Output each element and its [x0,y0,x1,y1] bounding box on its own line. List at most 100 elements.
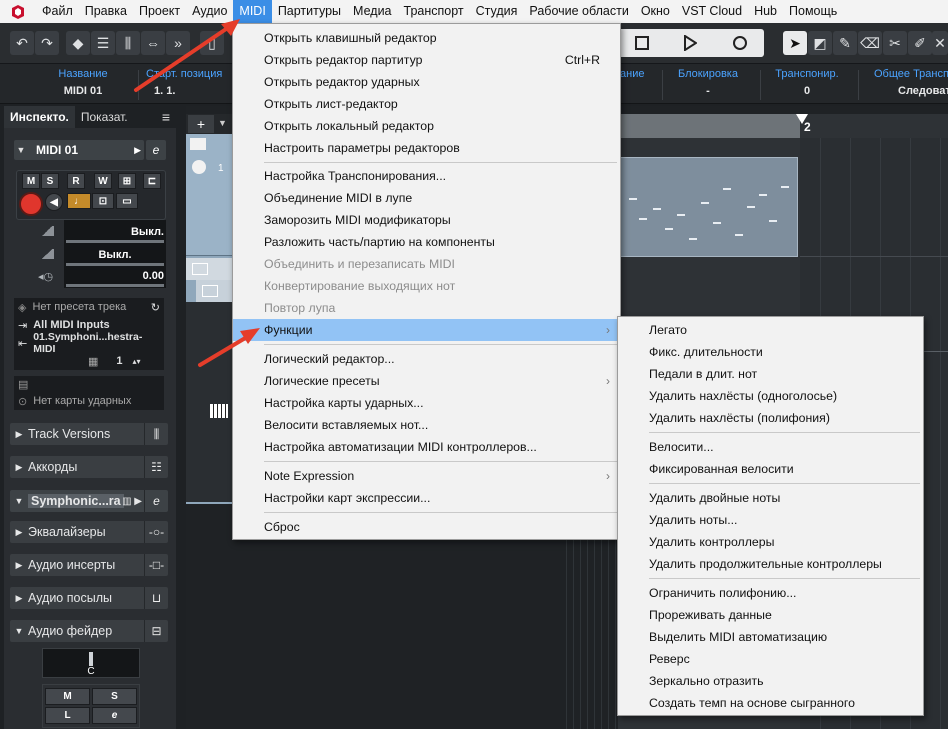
menu-item-functions[interactable]: Функции › [233,319,620,341]
menu-studio[interactable]: Студия [470,0,524,23]
menu-midi[interactable]: MIDI [233,0,272,23]
menu-item-open-drum-editor[interactable]: Открыть редактор ударных [233,71,620,93]
submenu-item-delete-notes[interactable]: Удалить ноты... [618,509,923,531]
monitor-icon[interactable]: ◀ [45,193,63,211]
fader-edit-button[interactable]: e [92,707,137,724]
fader-solo-button[interactable]: S [92,688,137,705]
pointer-icon[interactable]: ➤ [783,31,807,55]
track-versions-icon[interactable]: ⫼ [144,423,168,445]
inserts-icon[interactable]: -□- [144,554,168,576]
submenu-item-fixed-lengths[interactable]: Фикс. длительности [618,341,923,363]
submenu-item-delete-overlaps-poly[interactable]: Удалить нахлёсты (полифония) [618,407,923,429]
lock-icon[interactable]: ⊡ [92,193,114,209]
autofades-icon[interactable]: ⇔ [141,31,165,55]
menu-audio[interactable]: Аудио [186,0,233,23]
read-automation-button[interactable]: R [67,173,85,189]
forward-icon[interactable]: » [166,31,190,55]
menu-file[interactable]: Файл [36,0,79,23]
menu-item-open-key-editor[interactable]: Открыть клавишный редактор [233,27,620,49]
info-transpose-value[interactable]: 0 [764,85,850,97]
info-lock-value[interactable]: - [666,85,750,97]
submenu-item-extract-midi-automation[interactable]: Выделить MIDI автоматизацию [618,626,923,648]
loop-locator[interactable] [620,114,800,138]
menu-transport[interactable]: Транспорт [398,0,470,23]
menu-project[interactable]: Проект [133,0,186,23]
midi-channel[interactable]: ▦ 1 ▴▾ [14,352,164,370]
chevron-down-icon[interactable]: ▼ [218,118,227,128]
pencil-icon[interactable]: ✎ [833,31,857,55]
info-name-value[interactable]: MIDI 01 [40,85,126,97]
menu-window[interactable]: Окно [635,0,676,23]
timebase-icon[interactable]: ♩ [67,193,91,209]
submenu-item-delete-controllers[interactable]: Удалить контроллеры [618,531,923,553]
menu-item-open-list-editor[interactable]: Открыть лист-редактор [233,93,620,115]
fader-icon[interactable]: ⊟ [144,620,168,642]
redo-icon[interactable]: ↷ [35,31,59,55]
eq-icon[interactable]: -○- [144,521,168,543]
menu-vst-cloud[interactable]: VST Cloud [676,0,748,23]
tab-inspector[interactable]: Инспекто. [4,106,75,128]
menu-item-freeze-midi-modifiers[interactable]: Заморозить MIDI модификаторы [233,209,620,231]
info-start-value[interactable]: 1. 1. [146,85,236,97]
delay-slider[interactable] [66,284,164,287]
mute-tool-icon[interactable]: ✕ [932,31,948,55]
menu-item-editor-settings[interactable]: Настроить параметры редакторов [233,137,620,159]
marker-icon[interactable]: ▯ [200,31,224,55]
midi-part[interactable] [618,157,798,257]
menu-item-expression-map-setup[interactable]: Настройки карт экспрессии... [233,487,620,509]
track-row-midi[interactable]: 1 [186,134,236,256]
track-row-folder-1[interactable] [186,258,236,280]
chords-icon[interactable]: ☷ [144,456,168,478]
instrument-window-icon[interactable]: ▥ ▶ [122,496,142,507]
menu-item-logical-presets[interactable]: Логические пресеты › [233,370,620,392]
section-track-versions[interactable]: ▶ Track Versions ⫼ [10,423,168,445]
menu-item-logical-editor[interactable]: Логический редактор... [233,348,620,370]
fader-listen-button[interactable]: L [45,707,90,724]
section-sends[interactable]: ▶ Аудио посылы ⊔ [10,587,168,609]
submenu-item-restrict-polyphony[interactable]: Ограничить полифонию... [618,582,923,604]
edit-instrument-icon[interactable]: e [144,490,168,512]
menu-item-merge-midi-in-loop[interactable]: Объединение MIDI в лупе [233,187,620,209]
lanes-icon[interactable]: ⊏ [143,173,161,189]
submenu-item-velocity[interactable]: Велосити... [618,436,923,458]
mixer-icon[interactable]: ⫼ [116,31,140,55]
submenu-item-delete-overlaps-mono[interactable]: Удалить нахлёсты (одноголосье) [618,385,923,407]
submenu-item-fixed-velocity[interactable]: Фиксированная велосити [618,458,923,480]
inspector-track-name[interactable]: MIDI 01 [36,143,78,157]
menu-item-insert-velocity[interactable]: Велосити вставляемых нот... [233,414,620,436]
midi-output[interactable]: ⇤ 01.Symphoni...hestra-MIDI [14,331,164,355]
menu-hub[interactable]: Hub [748,0,783,23]
mute-button[interactable]: M [22,173,40,189]
menu-scores[interactable]: Партитуры [272,0,347,23]
sends-icon[interactable]: ⊔ [144,587,168,609]
menu-item-bounce-midi[interactable]: Объединить и перезаписать MIDI [233,253,620,275]
undo-icon[interactable]: ↶ [10,31,34,55]
menu-item-repeat-loop[interactable]: Повтор лупа [233,297,620,319]
submenu-item-mirror[interactable]: Зеркально отразить [618,670,923,692]
section-chords[interactable]: ▶ Аккорды ☷ [10,456,168,478]
edit-channel-icon[interactable]: ⊞ [118,173,136,189]
menu-item-drum-map-setup[interactable]: Настройка карты ударных... [233,392,620,414]
delay-value[interactable]: 0.00 [100,270,164,282]
submenu-item-reverse[interactable]: Реверс [618,648,923,670]
submenu-item-pedals-to-note-length[interactable]: Педали в длит. нот [618,363,923,385]
menu-edit[interactable]: Правка [79,0,133,23]
menu-item-cc-automation-setup[interactable]: Настройка автоматизации MIDI контроллеро… [233,436,620,458]
collapse-icon[interactable]: ▼ [14,145,28,155]
cubase-logo-icon[interactable] [0,0,36,23]
play-icon[interactable] [666,29,714,57]
menu-item-transpose-setup[interactable]: Настройка Транспонирования... [233,165,620,187]
refresh-icon[interactable]: ↻ [151,301,160,314]
submenu-item-thin-out-data[interactable]: Прореживать данные [618,604,923,626]
edit-instrument-icon[interactable]: e [146,140,166,160]
volume-value[interactable]: Выкл. [100,226,164,238]
inspector-menu-icon[interactable]: ≡ [156,106,176,128]
scissors-icon[interactable]: ✂ [883,31,907,55]
menu-item-convert-output-notes[interactable]: Конвертирование выходящих нот [233,275,620,297]
menu-item-note-expression[interactable]: Note Expression › [233,465,620,487]
pan-slider[interactable] [66,263,164,266]
volume-slider[interactable] [66,240,164,243]
section-inserts[interactable]: ▶ Аудио инсерты -□- [10,554,168,576]
chevron-right-icon[interactable]: ▶ [134,145,141,156]
constrain-delay-icon[interactable]: ◆ [66,31,90,55]
